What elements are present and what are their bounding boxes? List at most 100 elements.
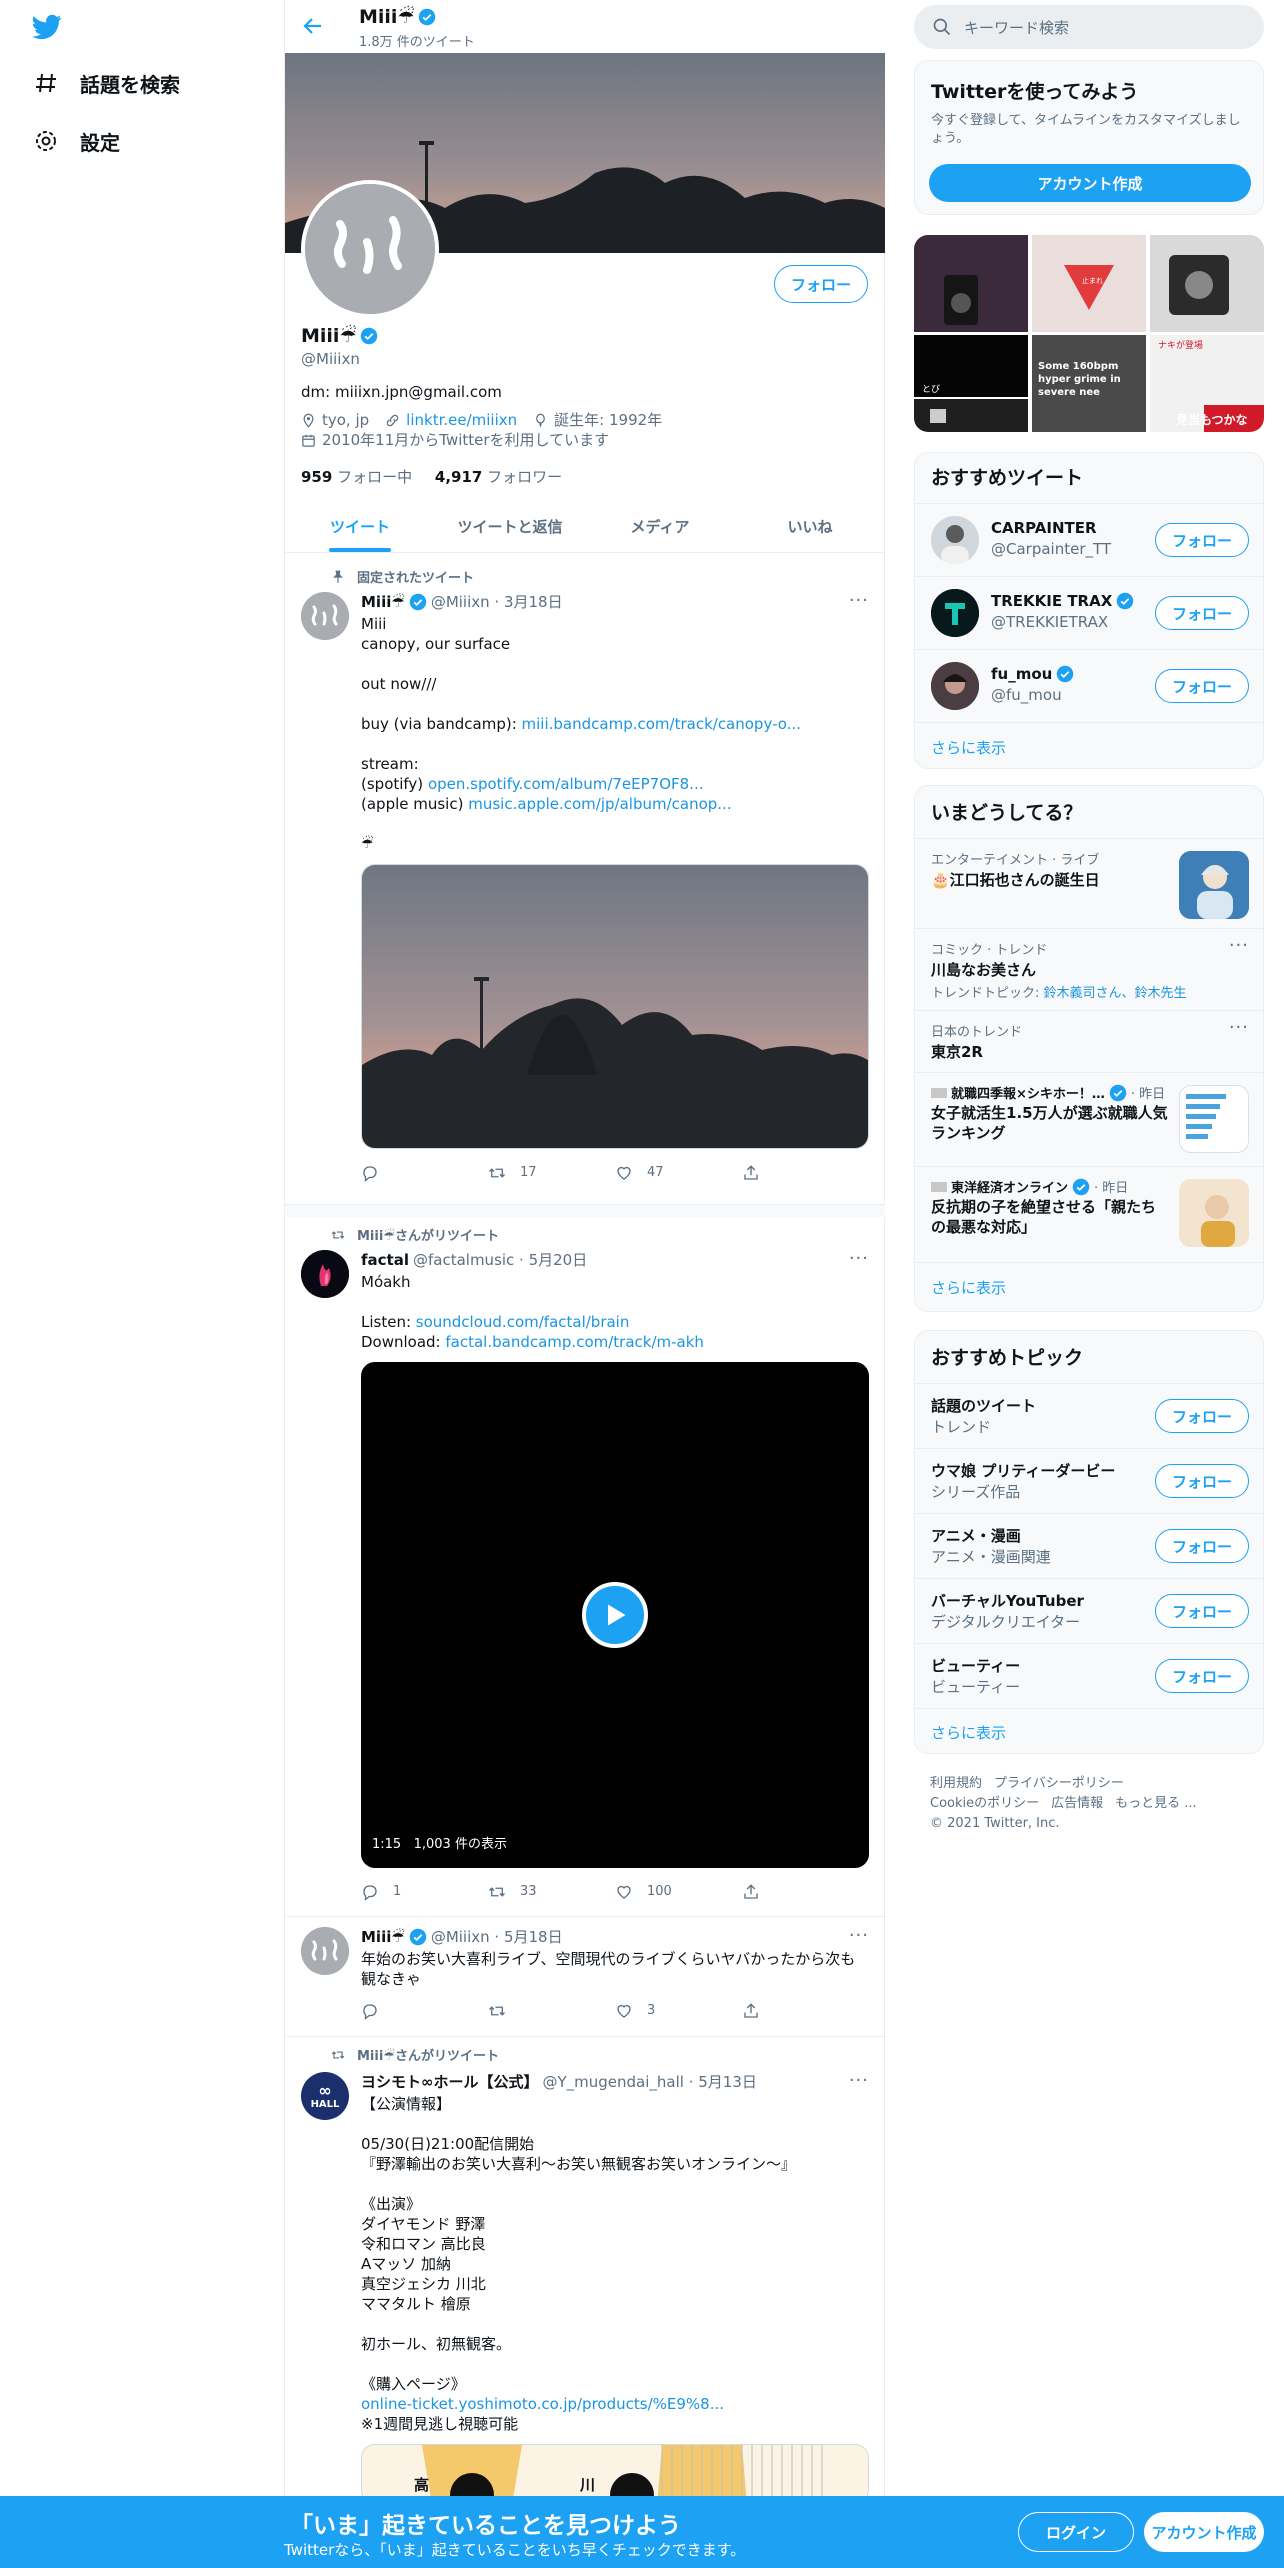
tweet-spotify-link[interactable]: open.spotify.com/album/7eEP7OF8...	[428, 775, 704, 793]
tweet-handle-time[interactable]: @Miiixn · 5月18日	[431, 1927, 563, 1947]
back-arrow-icon[interactable]	[301, 14, 325, 38]
followers-link[interactable]: 4,917 フォロワー	[435, 468, 562, 486]
profile-location: tyo, jp	[322, 411, 370, 429]
tweet-video[interactable]: 1:15 1,003 件の表示	[361, 1362, 869, 1868]
following-count: 959	[301, 468, 333, 486]
tweet-photo[interactable]: 高 川	[361, 2444, 869, 2504]
retweet-button[interactable]: 33	[488, 1882, 615, 1902]
tweet-handle-time[interactable]: @Y_mugendai_hall · 5月13日	[543, 2072, 757, 2092]
more-options-icon[interactable]: ···	[1229, 1017, 1249, 1038]
tweet-avatar[interactable]	[301, 1250, 349, 1298]
follow-suggestion[interactable]: fu_mou @fu_mou フォロー	[915, 649, 1263, 722]
retweet-button[interactable]	[488, 2002, 615, 2020]
like-button[interactable]: 100	[615, 1882, 742, 1902]
topic-follow-button[interactable]: フォロー	[1155, 1464, 1249, 1498]
share-button[interactable]	[742, 1164, 869, 1182]
suggestion-follow-button[interactable]: フォロー	[1155, 523, 1249, 557]
media-grid[interactable]: とび 止まれ ナキが登場 Some 160bpm hyper grime in …	[914, 235, 1264, 432]
footer-terms[interactable]: 利用規約	[930, 1776, 982, 1791]
tweet-author-name[interactable]: ヨシモト∞ホール【公式】	[361, 2072, 539, 2092]
tweet-author-name[interactable]: Miii☔	[361, 592, 405, 612]
topic-follow-button[interactable]: フォロー	[1155, 1399, 1249, 1433]
follow-suggestion[interactable]: TREKKIE TRAX @TREKKIETRAX フォロー	[915, 576, 1263, 649]
trend-item[interactable]: 日本のトレンド 東京2R ···	[915, 1010, 1263, 1072]
footer-privacy[interactable]: プライバシーポリシー	[994, 1776, 1124, 1791]
tweet-avatar-image	[301, 1927, 349, 1975]
profile-avatar[interactable]	[301, 180, 439, 318]
trekkie-logo-icon	[931, 589, 979, 637]
tweet-buy-link[interactable]: miii.bandcamp.com/track/canopy-o...	[522, 715, 801, 733]
follow-suggestion[interactable]: CARPAINTER @Carpainter_TT フォロー	[915, 503, 1263, 576]
tab-likes[interactable]: いいね	[735, 500, 885, 552]
tweet-photo[interactable]	[361, 864, 869, 1149]
topic-item[interactable]: アニメ・漫画 アニメ・漫画関連 フォロー	[915, 1513, 1263, 1578]
topic-item[interactable]: ウマ娘 プリティーダービー シリーズ作品 フォロー	[915, 1448, 1263, 1513]
topic-item[interactable]: ビューティー ビューティー フォロー	[915, 1643, 1263, 1708]
tweet-avatar[interactable]	[301, 1927, 349, 1975]
profile-follow-button[interactable]: フォロー	[774, 265, 868, 303]
reply-button[interactable]	[361, 2002, 488, 2020]
tweet-miii-text[interactable]: ··· Miii☔ @Miiixn · 5月18日 年始のお笑い大喜利ライブ、空…	[285, 1917, 885, 2037]
like-count: 100	[647, 1884, 672, 1899]
profile-bio: dm: miiixn.jpn@gmail.com	[301, 383, 502, 401]
nav-explore[interactable]: 話題を検索	[34, 63, 180, 103]
tweet-author-name[interactable]: Miii☔	[361, 1927, 405, 1947]
reply-button[interactable]	[361, 1164, 488, 1182]
trend-item[interactable]: エンターテイメント · ライブ 🎂江口拓也さんの誕生日	[915, 838, 1263, 928]
suggestion-follow-button[interactable]: フォロー	[1155, 596, 1249, 630]
profile-link[interactable]: linktr.ee/miiixn	[406, 410, 517, 430]
more-options-icon[interactable]: ···	[1229, 935, 1249, 956]
trend-item[interactable]: 就職四季報×シキホー！… · 昨日 女子就活生1.5万人が選ぶ就職人気ランキング	[915, 1072, 1263, 1166]
trend-item[interactable]: コミック · トレンド 川島なお美さん トレンドトピック: 鈴木義司さん、鈴木先…	[915, 928, 1263, 1010]
tweet-listen-prefix: Listen:	[361, 1313, 416, 1331]
topic-item[interactable]: バーチャルYouTuber デジタルクリエイター フォロー	[915, 1578, 1263, 1643]
signup-button[interactable]: アカウント作成	[929, 164, 1251, 202]
tweet-handle-time[interactable]: @Miiixn · 3月18日	[431, 592, 563, 612]
tweet-retweet-factal[interactable]: Miii☔さんがリツイート ··· factal @factalmusic · 5…	[285, 1217, 885, 1917]
trends-show-more[interactable]: さらに表示	[931, 1277, 1006, 1298]
search-input[interactable]: キーワード検索	[914, 5, 1264, 49]
profile-name-text: Miii☔	[301, 325, 357, 347]
tweet-ticket-link[interactable]: online-ticket.yoshimoto.co.jp/products/%…	[361, 2395, 724, 2413]
trend-item[interactable]: 東洋経済オンライン · 昨日 反抗期の子を絶望させる「親たちの最悪な対応」	[915, 1166, 1263, 1262]
tweet-avatar[interactable]	[301, 592, 349, 640]
share-button[interactable]	[742, 1883, 869, 1901]
tweet-download-link[interactable]: factal.bandcamp.com/track/m-akh	[445, 1333, 704, 1351]
trend-title: 🎂江口拓也さんの誕生日	[931, 871, 1100, 889]
left-nav: 話題を検索 設定	[0, 0, 284, 2568]
tab-media[interactable]: メディア	[585, 500, 735, 552]
twitter-bird-icon[interactable]	[30, 12, 64, 42]
video-play-button[interactable]	[582, 1582, 648, 1648]
tweet-context: Miii☔さんがリツイート	[331, 2045, 499, 2064]
tweet-avatar[interactable]: ∞ HALL	[301, 2072, 349, 2120]
tweet-retweet-yoshimoto[interactable]: Miii☔さんがリツイート ∞ HALL ··· ヨシモト∞ホール【公式】 @Y_…	[285, 2037, 885, 2568]
topics-show-more[interactable]: さらに表示	[931, 1722, 1006, 1743]
login-button[interactable]: ログイン	[1018, 2512, 1134, 2552]
retweet-button[interactable]: 17	[488, 1163, 615, 1183]
topic-follow-button[interactable]: フォロー	[1155, 1659, 1249, 1693]
following-link[interactable]: 959 フォロー中	[301, 468, 412, 486]
who-to-follow-show-more[interactable]: さらに表示	[931, 737, 1006, 758]
reply-button[interactable]: 1	[361, 1882, 488, 1902]
signup-bottom-button[interactable]: アカウント作成	[1144, 2512, 1264, 2552]
tab-tweets[interactable]: ツイート	[285, 500, 435, 552]
suggestion-avatar	[931, 589, 979, 637]
topic-item[interactable]: 話題のツイート トレンド フォロー	[915, 1383, 1263, 1448]
nav-settings[interactable]: 設定	[34, 121, 120, 161]
suggestion-follow-button[interactable]: フォロー	[1155, 669, 1249, 703]
tab-tweets-and-replies[interactable]: ツイートと返信	[435, 500, 585, 552]
footer-ads[interactable]: 広告情報	[1051, 1796, 1103, 1811]
like-button[interactable]: 47	[615, 1163, 742, 1183]
tweet-pinned[interactable]: 固定されたツイート ··· Miii☔ @Miiixn · 3月18日 Miii…	[285, 554, 885, 1205]
tweet-apple-link[interactable]: music.apple.com/jp/album/canop...	[468, 795, 731, 813]
trend-sub-links[interactable]: 鈴木義司さん、鈴木先生	[1044, 986, 1187, 1001]
footer-more[interactable]: もっと見る ...	[1115, 1796, 1197, 1811]
tweet-listen-link[interactable]: soundcloud.com/factal/brain	[416, 1313, 630, 1331]
like-button[interactable]: 3	[615, 2001, 742, 2021]
share-button[interactable]	[742, 2002, 869, 2020]
topic-follow-button[interactable]: フォロー	[1155, 1529, 1249, 1563]
footer-cookie[interactable]: Cookieのポリシー	[930, 1796, 1039, 1811]
topic-follow-button[interactable]: フォロー	[1155, 1594, 1249, 1628]
tweet-handle-time[interactable]: @factalmusic · 5月20日	[413, 1250, 587, 1270]
tweet-author-name[interactable]: factal	[361, 1250, 409, 1270]
